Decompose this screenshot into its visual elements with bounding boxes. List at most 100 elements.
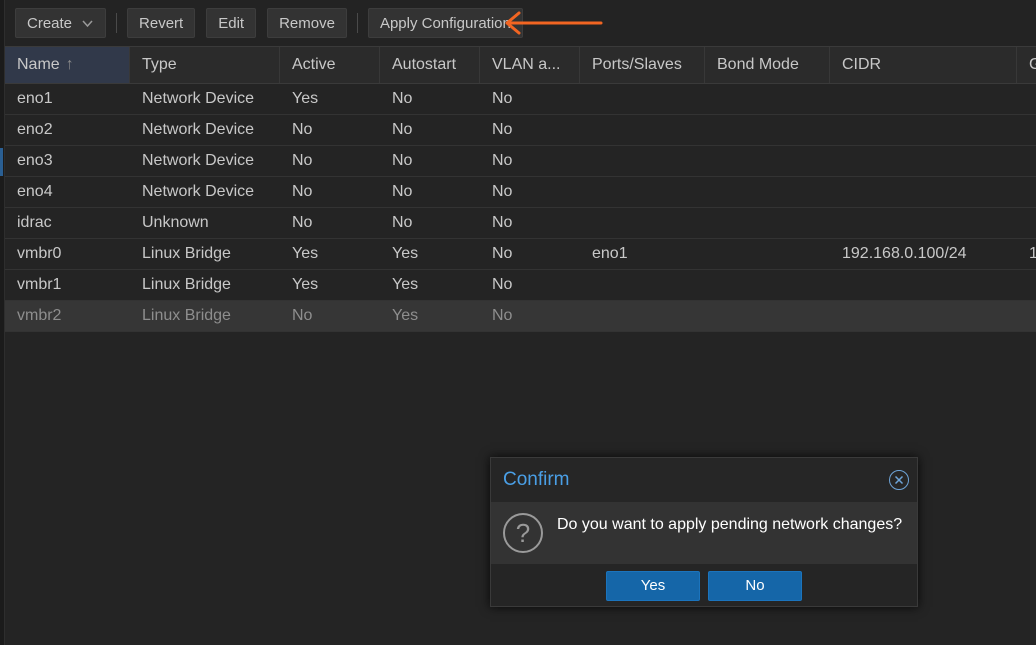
yes-button[interactable]: Yes xyxy=(606,570,700,601)
column-header-bond-mode[interactable]: Bond Mode xyxy=(705,47,830,83)
cell-gateway xyxy=(1017,177,1036,207)
column-header-autostart[interactable]: Autostart xyxy=(380,47,480,83)
cell-gateway xyxy=(1017,115,1036,145)
cell-type: Unknown xyxy=(142,214,209,231)
cell-bond-mode xyxy=(705,208,830,238)
cell-autostart: No xyxy=(392,121,413,138)
cell-ports xyxy=(580,84,705,114)
cell-name: eno1 xyxy=(17,90,53,107)
cell-gateway xyxy=(1017,301,1036,331)
cell-vlan: No xyxy=(492,152,513,169)
cell-name: eno2 xyxy=(17,121,53,138)
cell-active: Yes xyxy=(292,276,319,293)
cell-vlan: No xyxy=(492,214,513,231)
cell-gateway xyxy=(1017,270,1036,300)
table-row[interactable]: idrac Unknown No No No xyxy=(5,208,1036,239)
column-header-name[interactable]: Name ↑ xyxy=(5,47,130,83)
cell-active: No xyxy=(292,183,313,200)
cell-active: No xyxy=(292,307,313,324)
cell-bond-mode xyxy=(705,301,830,331)
network-grid: Name ↑ Type Active Autostart VLAN a... P… xyxy=(5,46,1036,333)
table-row[interactable]: eno3 Network Device No No No xyxy=(5,146,1036,177)
cell-bond-mode xyxy=(705,146,830,176)
column-header-active[interactable]: Active xyxy=(280,47,380,83)
cell-gateway xyxy=(1017,146,1036,176)
cell-autostart: Yes xyxy=(392,307,419,324)
column-header-gateway[interactable]: G xyxy=(1017,47,1036,83)
cell-ports xyxy=(580,146,705,176)
chevron-down-icon xyxy=(82,19,93,27)
remove-button[interactable]: Remove xyxy=(267,8,347,38)
revert-button[interactable]: Revert xyxy=(127,8,196,38)
create-button-label: Create xyxy=(27,14,73,32)
dialog-footer: Yes No xyxy=(491,564,917,606)
cell-autostart: No xyxy=(392,90,413,107)
cell-gateway xyxy=(1017,208,1036,238)
cell-ports xyxy=(580,270,705,300)
toolbar-separator xyxy=(116,13,118,33)
column-header-label: Name xyxy=(17,56,60,73)
cell-cidr xyxy=(830,301,1017,331)
column-header-cidr[interactable]: CIDR xyxy=(830,47,1017,83)
grid-header: Name ↑ Type Active Autostart VLAN a... P… xyxy=(5,46,1036,84)
cell-type: Linux Bridge xyxy=(142,276,231,293)
cell-active: Yes xyxy=(292,245,319,262)
cell-autostart: Yes xyxy=(392,245,419,262)
cell-cidr xyxy=(830,84,1017,114)
cell-gateway xyxy=(1017,84,1036,114)
cell-ports xyxy=(580,177,705,207)
question-icon: ? xyxy=(503,513,543,553)
table-row[interactable]: eno1 Network Device Yes No No xyxy=(5,84,1036,115)
cell-cidr: 192.168.0.100/24 xyxy=(842,245,967,262)
dialog-body: ? Do you want to apply pending network c… xyxy=(491,502,917,564)
table-row[interactable]: eno2 Network Device No No No xyxy=(5,115,1036,146)
cell-vlan: No xyxy=(492,121,513,138)
column-header-ports[interactable]: Ports/Slaves xyxy=(580,47,705,83)
cell-vlan: No xyxy=(492,245,513,262)
cell-ports xyxy=(580,208,705,238)
cell-type: Linux Bridge xyxy=(142,245,231,262)
dialog-header: Confirm xyxy=(491,458,917,502)
cell-bond-mode xyxy=(705,115,830,145)
cell-gateway: 1 xyxy=(1029,245,1036,262)
cell-bond-mode xyxy=(705,84,830,114)
cell-ports: eno1 xyxy=(592,245,628,262)
toolbar-separator xyxy=(356,13,358,33)
column-header-type[interactable]: Type xyxy=(130,47,280,83)
close-icon xyxy=(894,475,904,485)
cell-vlan: No xyxy=(492,90,513,107)
create-button[interactable]: Create xyxy=(15,8,107,38)
cell-cidr xyxy=(830,177,1017,207)
cell-active: No xyxy=(292,152,313,169)
cell-name: idrac xyxy=(17,214,52,231)
cell-bond-mode xyxy=(705,239,830,269)
cell-active: No xyxy=(292,121,313,138)
cell-name: eno4 xyxy=(17,183,53,200)
cell-cidr xyxy=(830,115,1017,145)
cell-autostart: No xyxy=(392,152,413,169)
table-row[interactable]: vmbr1 Linux Bridge Yes Yes No xyxy=(5,270,1036,301)
cell-vlan: No xyxy=(492,276,513,293)
dialog-message: Do you want to apply pending network cha… xyxy=(557,516,903,533)
table-row[interactable]: vmbr0 Linux Bridge Yes Yes No eno1 192.1… xyxy=(5,239,1036,270)
cell-cidr xyxy=(830,208,1017,238)
close-circle-icon[interactable] xyxy=(889,470,909,490)
cell-active: No xyxy=(292,214,313,231)
edit-button[interactable]: Edit xyxy=(206,8,257,38)
panel-accent xyxy=(0,148,3,176)
cell-type: Network Device xyxy=(142,183,255,200)
cell-bond-mode xyxy=(705,177,830,207)
cell-name: vmbr0 xyxy=(17,245,62,262)
cell-name: eno3 xyxy=(17,152,53,169)
table-row[interactable]: eno4 Network Device No No No xyxy=(5,177,1036,208)
cell-type: Network Device xyxy=(142,152,255,169)
cell-autostart: No xyxy=(392,214,413,231)
cell-name: vmbr2 xyxy=(17,307,62,324)
sort-ascending-icon: ↑ xyxy=(65,56,74,73)
cell-vlan: No xyxy=(492,307,513,324)
no-button[interactable]: No xyxy=(708,570,802,601)
column-header-vlan[interactable]: VLAN a... xyxy=(480,47,580,83)
cell-autostart: Yes xyxy=(392,276,419,293)
table-row-selected[interactable]: vmbr2 Linux Bridge No Yes No xyxy=(5,301,1036,332)
cell-bond-mode xyxy=(705,270,830,300)
